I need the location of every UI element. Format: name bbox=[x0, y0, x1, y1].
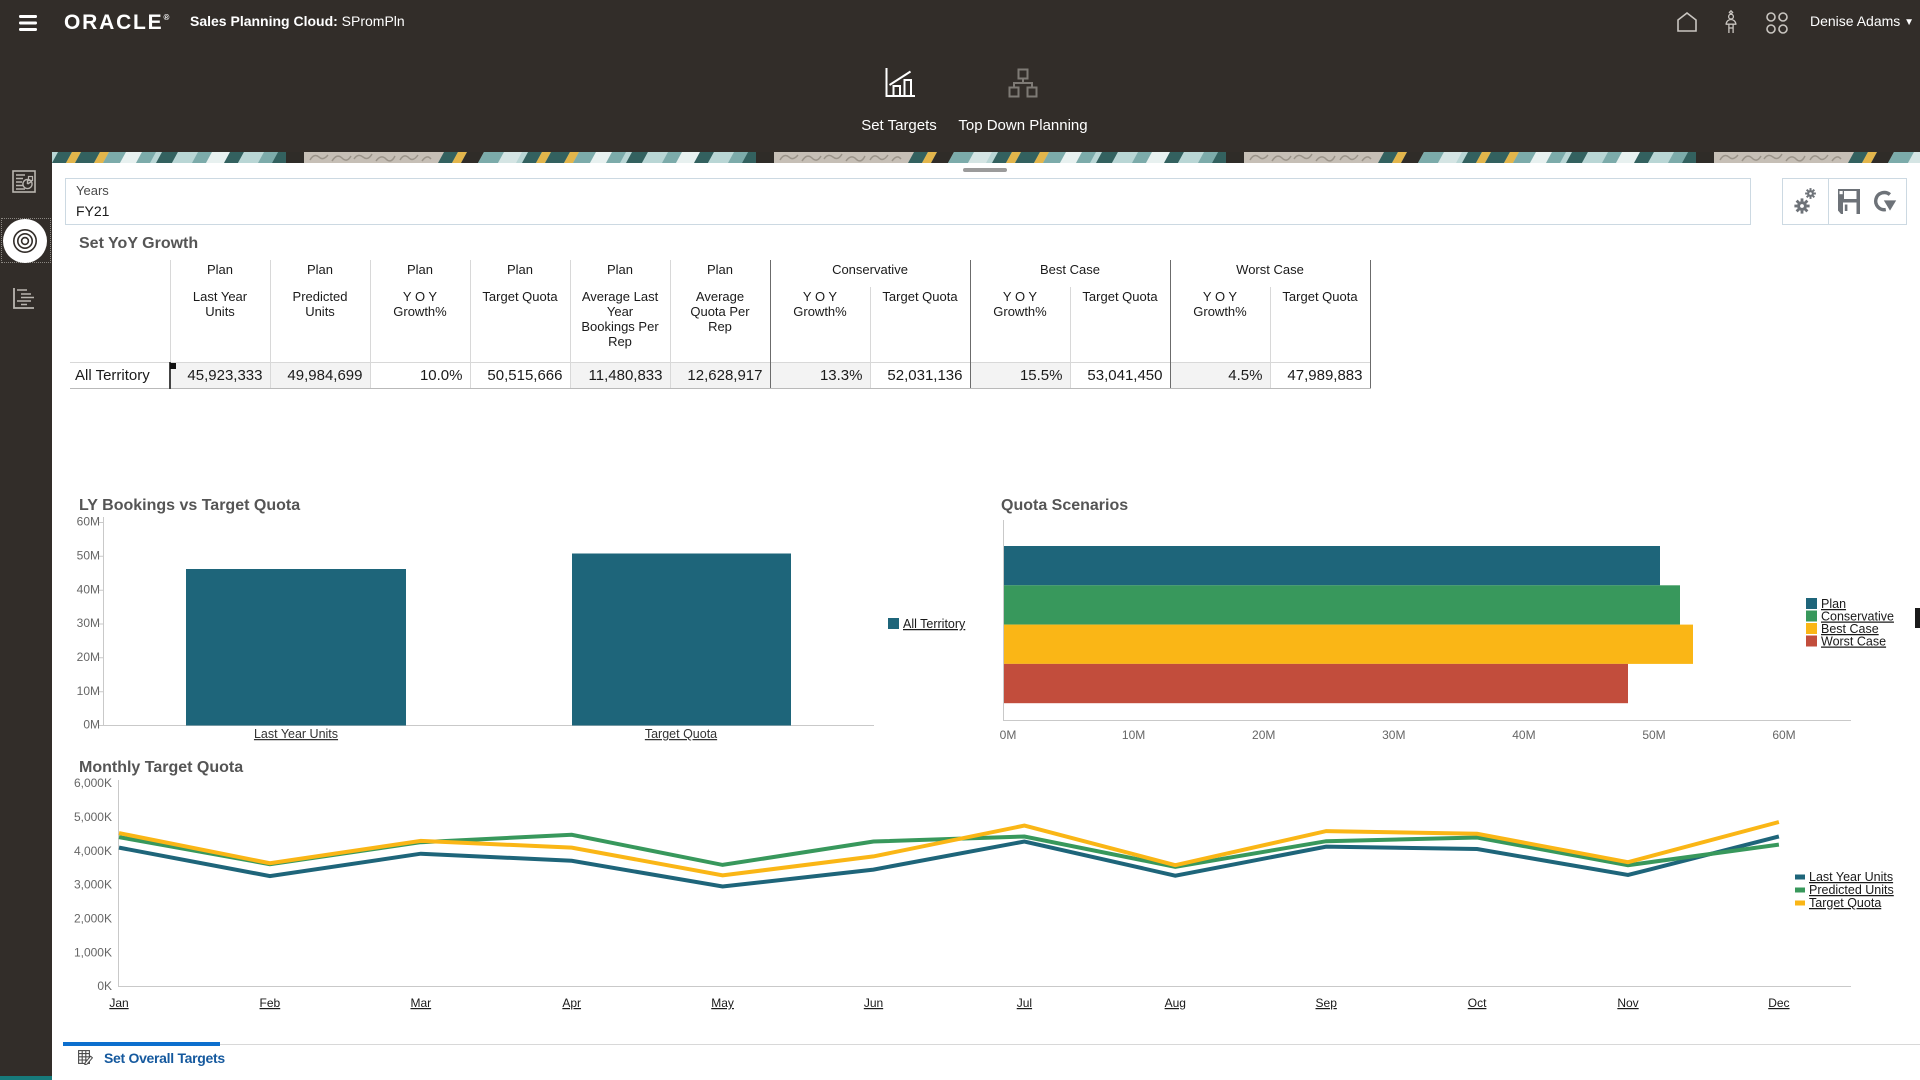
svg-text:4,000K: 4,000K bbox=[74, 844, 112, 858]
svg-text:Predicted Units: Predicted Units bbox=[1809, 883, 1894, 897]
svg-text:10M: 10M bbox=[1122, 728, 1145, 742]
svg-text:50M: 50M bbox=[1642, 728, 1665, 742]
svg-text:Worst Case: Worst Case bbox=[1821, 635, 1886, 649]
svg-text:50M: 50M bbox=[77, 548, 100, 562]
svg-text:40M: 40M bbox=[77, 582, 100, 596]
svg-text:2,000K: 2,000K bbox=[74, 911, 112, 925]
svg-text:Last Year Units: Last Year Units bbox=[254, 727, 338, 741]
svg-text:Oct: Oct bbox=[1468, 996, 1487, 1010]
svg-text:0K: 0K bbox=[97, 979, 112, 993]
svg-text:Jun: Jun bbox=[864, 996, 883, 1010]
svg-text:Jul: Jul bbox=[1017, 996, 1032, 1010]
svg-text:Sep: Sep bbox=[1316, 996, 1338, 1010]
svg-text:30M: 30M bbox=[77, 616, 100, 630]
svg-text:30M: 30M bbox=[1382, 728, 1405, 742]
svg-text:5,000K: 5,000K bbox=[74, 810, 112, 824]
svg-text:Feb: Feb bbox=[260, 996, 281, 1010]
svg-text:0M: 0M bbox=[83, 718, 100, 732]
svg-text:60M: 60M bbox=[77, 515, 100, 529]
svg-text:Mar: Mar bbox=[410, 996, 431, 1010]
svg-text:0M: 0M bbox=[1000, 728, 1017, 742]
svg-text:60M: 60M bbox=[1772, 728, 1795, 742]
svg-text:6,000K: 6,000K bbox=[74, 776, 112, 790]
svg-text:20M: 20M bbox=[1252, 728, 1275, 742]
svg-text:40M: 40M bbox=[1512, 728, 1535, 742]
svg-text:3,000K: 3,000K bbox=[74, 878, 112, 892]
svg-text:Target Quota: Target Quota bbox=[645, 727, 717, 741]
svg-text:Last Year Units: Last Year Units bbox=[1809, 870, 1893, 884]
svg-text:Aug: Aug bbox=[1165, 996, 1186, 1010]
svg-text:20M: 20M bbox=[77, 650, 100, 664]
svg-text:May: May bbox=[711, 996, 734, 1010]
svg-text:Target Quota: Target Quota bbox=[1809, 896, 1881, 910]
svg-text:Dec: Dec bbox=[1768, 996, 1789, 1010]
svg-text:1,000K: 1,000K bbox=[74, 945, 112, 959]
svg-text:Nov: Nov bbox=[1617, 996, 1638, 1010]
svg-text:Jan: Jan bbox=[109, 996, 128, 1010]
svg-text:Apr: Apr bbox=[562, 996, 581, 1010]
svg-text:All Territory: All Territory bbox=[903, 617, 966, 631]
svg-text:10M: 10M bbox=[77, 684, 100, 698]
